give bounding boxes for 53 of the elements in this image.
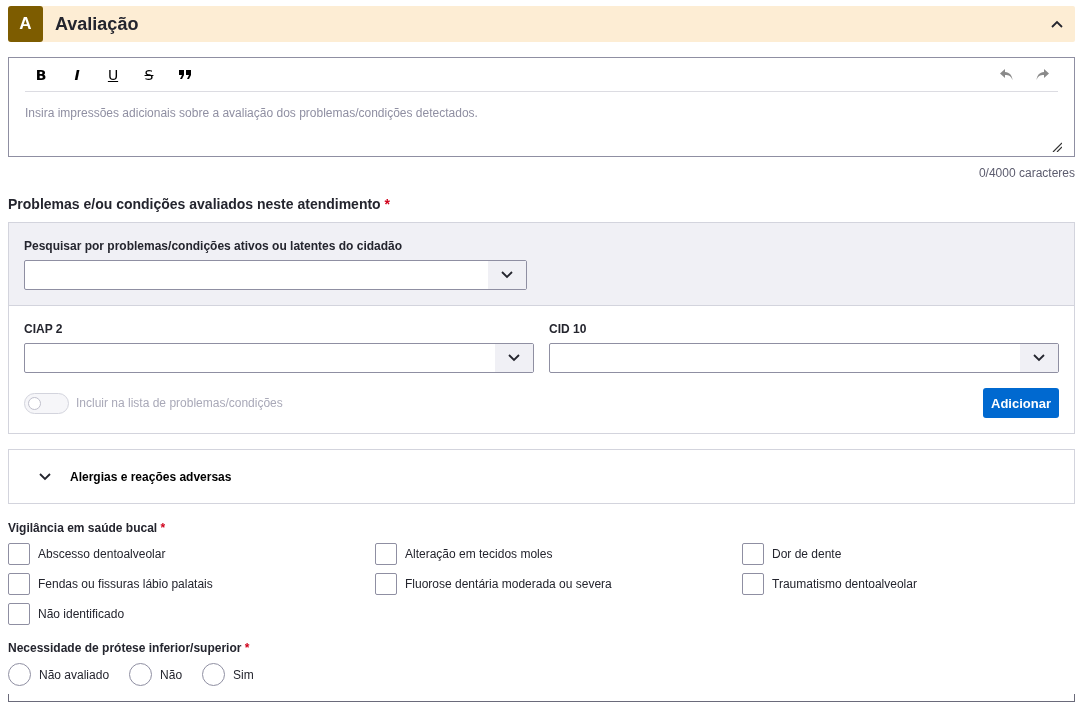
select-field[interactable] (549, 343, 1059, 373)
checkbox[interactable] (8, 543, 30, 565)
field-label: CIAP 2 (24, 322, 64, 336)
collapsible-panel[interactable]: Alergias e reações adversas (8, 449, 1075, 504)
dropdown-button[interactable] (1020, 344, 1058, 372)
caret-down-icon (501, 271, 513, 279)
underline-button[interactable]: U (97, 60, 129, 89)
character-counter: 0/4000 caracteres (978, 166, 1075, 180)
toggle-label: Incluir na lista de problemas/condições (76, 396, 284, 410)
checkbox-label: Alteração em tecidos moles (405, 547, 553, 561)
strike-button[interactable]: S (133, 60, 165, 89)
radio-label: Não (160, 667, 183, 682)
bold-button[interactable]: B (25, 60, 57, 89)
checkbox[interactable] (742, 573, 764, 595)
section-heading: Problemas e/ou condições avaliados neste atendimento (8, 196, 381, 212)
undo-icon (999, 68, 1013, 81)
caret-down-icon (39, 472, 51, 481)
italic-button[interactable]: I (61, 60, 93, 89)
section-heading: Vigilância em saúde bucal (8, 521, 158, 535)
checkbox-label: Abscesso dentoalveolar (38, 547, 166, 561)
checkbox-label: Fluorose dentária moderada ou severa (405, 577, 612, 591)
required-mark: * (160, 521, 166, 535)
checkbox[interactable] (8, 603, 30, 625)
resize-handle-icon[interactable] (1052, 142, 1062, 152)
dropdown-button[interactable] (488, 261, 526, 289)
checkbox[interactable] (375, 573, 397, 595)
radio-label: Sim (233, 667, 254, 682)
redo-icon (1035, 68, 1049, 81)
checkbox[interactable] (375, 543, 397, 565)
caret-up-icon (1051, 20, 1063, 28)
caret-down-icon (1033, 354, 1045, 362)
text-editor[interactable]: B I U S Insira impressões adicionais sobre a avaliação dos problemas/condições detectados. (8, 57, 1075, 157)
section-heading: Necessidade de prótese inferior/superior (8, 641, 242, 655)
checkbox[interactable] (742, 543, 764, 565)
checkbox-label: Dor de dente (772, 547, 842, 561)
search-select-field[interactable] (24, 260, 527, 290)
section-letter: A (8, 6, 43, 42)
add-button[interactable]: Adicionar (983, 388, 1059, 418)
section-title: Avaliação (55, 13, 140, 35)
required-mark: * (244, 641, 250, 655)
select-field[interactable] (24, 343, 534, 373)
required-mark: * (384, 196, 390, 212)
field-label: Pesquisar por problemas/condições ativos ou latentes do cidadão (24, 239, 404, 253)
radio-label: Não avaliado (39, 667, 110, 682)
checkbox-label: Traumatismo dentoalveolar (772, 577, 917, 591)
field-label: CID 10 (549, 322, 588, 336)
quote-icon (179, 70, 191, 79)
checkbox-label: Não identificado (38, 607, 125, 621)
checkbox-label: Fendas ou fissuras lábio palatais (38, 577, 213, 591)
checkbox[interactable] (8, 573, 30, 595)
editor-placeholder: Insira impressões adicionais sobre a avaliação dos problemas/condições detectados. (25, 106, 478, 120)
dropdown-button[interactable] (495, 344, 533, 372)
caret-down-icon (508, 354, 520, 362)
